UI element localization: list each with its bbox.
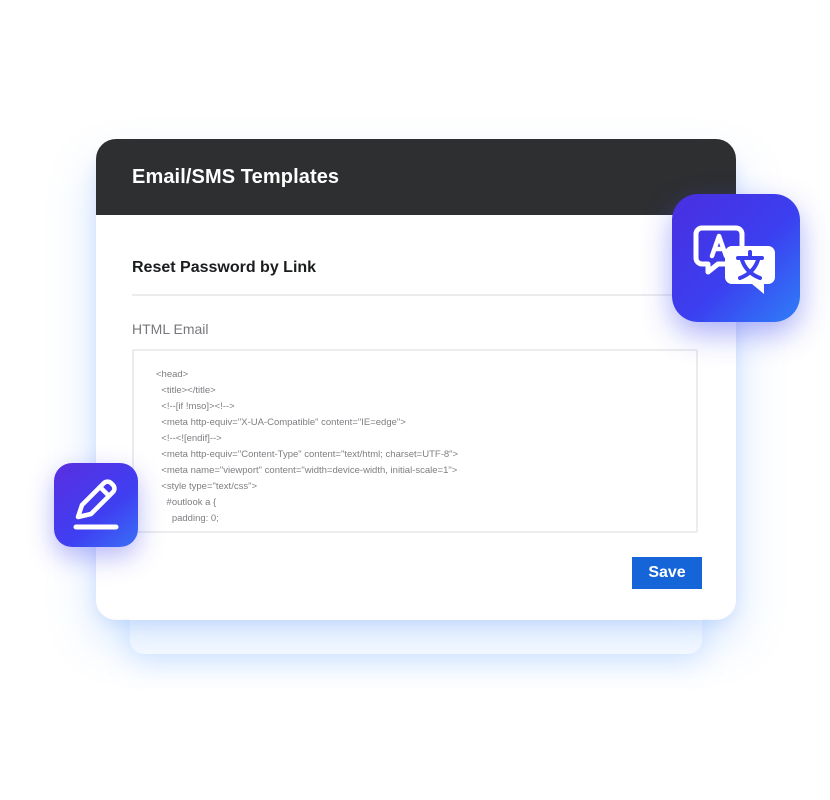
edit-badge[interactable] xyxy=(54,463,138,547)
code-line: <meta name="viewport" content="width=dev… xyxy=(156,465,458,476)
stage: Email/SMS Templates Reset Password by Li… xyxy=(0,0,830,800)
template-name[interactable]: Reset Password by Link xyxy=(132,259,316,277)
code-line: #outlook a { xyxy=(156,497,217,508)
code-line: <!--<![endif]--> xyxy=(156,433,222,444)
code-line: <head> xyxy=(156,369,189,380)
code-line: <!--[if !mso]><!--> xyxy=(156,401,235,412)
code-line: <style type="text/css"> xyxy=(156,481,257,492)
pencil-icon xyxy=(73,479,119,530)
html-email-editor[interactable]: <head> <title></title> <!--[if !mso]><!-… xyxy=(132,349,698,533)
code-line: <title></title> xyxy=(156,385,216,396)
panel-title: Email/SMS Templates xyxy=(132,165,340,188)
translate-badge[interactable] xyxy=(672,194,800,322)
save-button[interactable]: Save xyxy=(632,557,702,589)
templates-panel: Email/SMS Templates Reset Password by Li… xyxy=(96,139,736,619)
code-line: <meta http-equiv="X-UA-Compatible" conte… xyxy=(156,417,406,428)
code-line: <meta http-equiv="Content-Type" content=… xyxy=(156,449,459,460)
translate-icon xyxy=(693,225,775,294)
panel-header: Email/SMS Templates xyxy=(96,139,736,215)
code-line: padding: 0; xyxy=(156,513,219,524)
divider xyxy=(132,294,702,296)
html-email-label: HTML Email xyxy=(132,321,209,337)
